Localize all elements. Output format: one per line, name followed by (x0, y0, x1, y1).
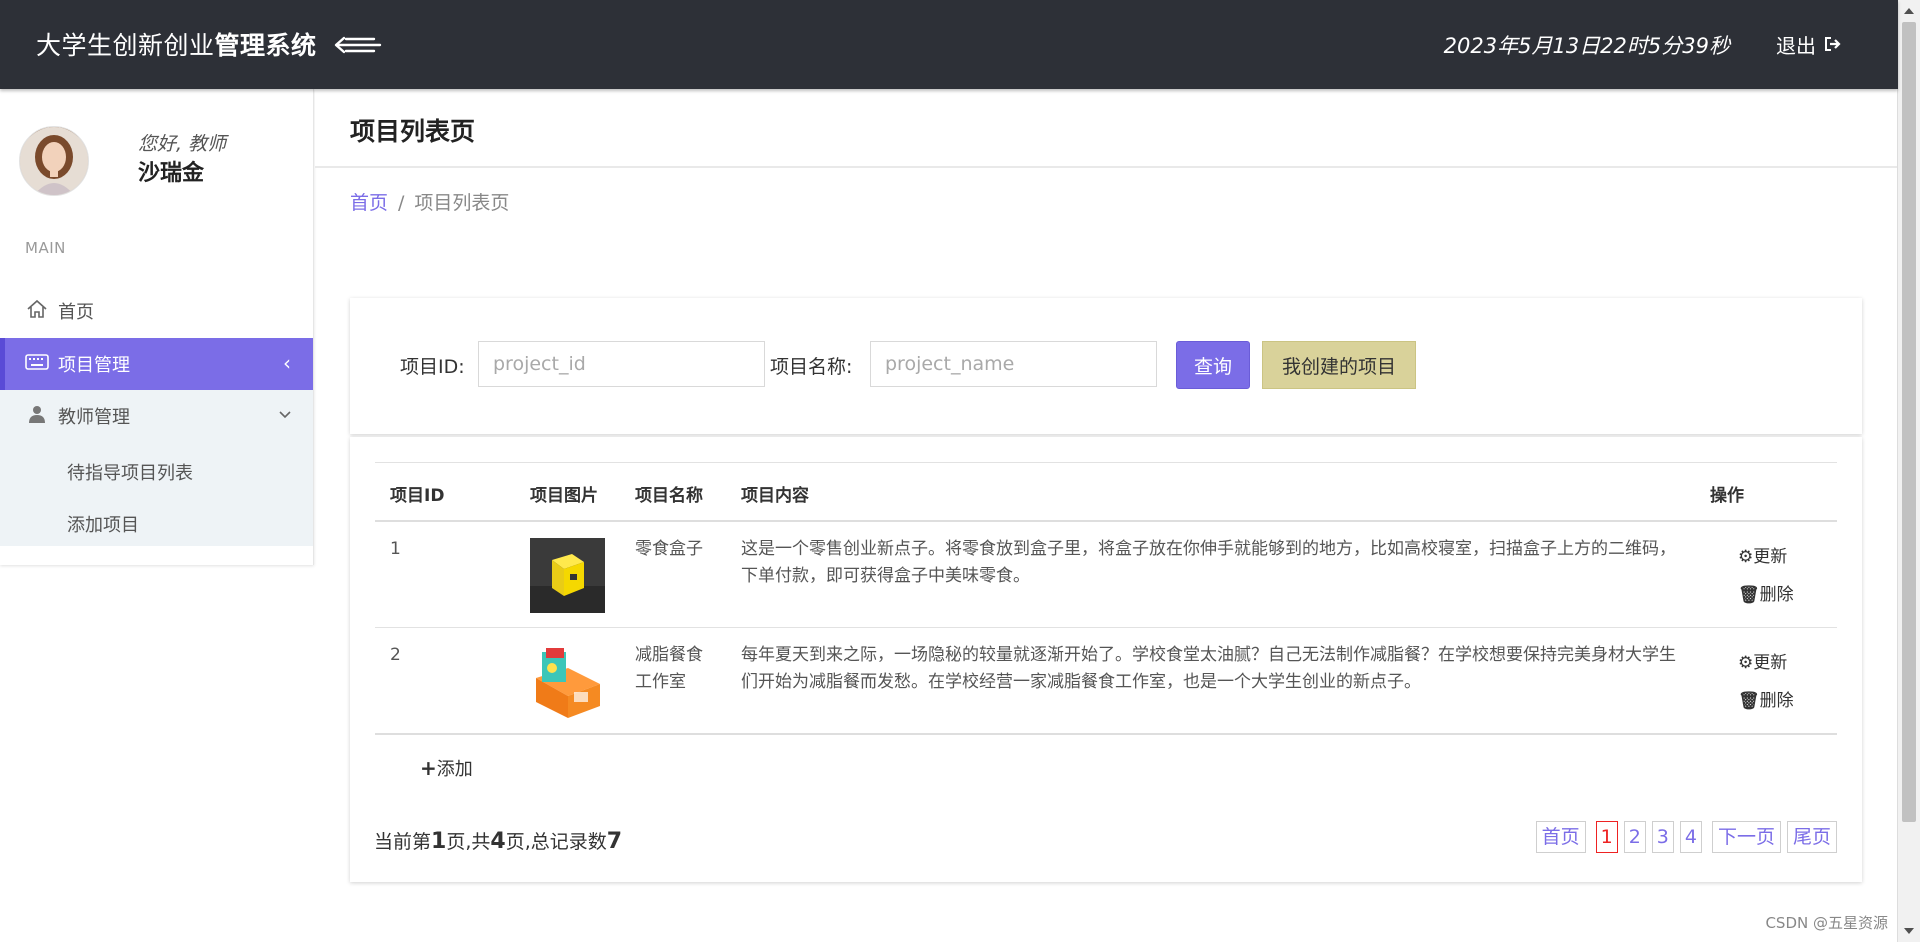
cell-id: 1 (390, 539, 401, 559)
cell-actions: ⚙更新 🗑删除 (1738, 544, 1794, 620)
breadcrumb-separator: / (398, 192, 405, 214)
project-table-panel: 项目ID 项目图片 项目名称 项目内容 操作 1 零食盒子 这是一个零售创业新点… (350, 437, 1862, 882)
keyboard-icon (24, 353, 50, 375)
sign-out-icon (1824, 33, 1842, 57)
column-header-image: 项目图片 (530, 486, 598, 506)
meal-box-image (530, 644, 605, 719)
table-row: 2 减脂餐食工作室 每年夏天到来之际，一场隐秘的较量就逐渐开始了。学校食堂太油腻… (375, 628, 1837, 735)
trash-icon: 🗑 (1738, 691, 1760, 711)
scroll-down-arrow-icon[interactable] (1904, 928, 1914, 934)
column-header-actions: 操作 (1710, 486, 1744, 506)
update-button[interactable]: ⚙更新 (1738, 544, 1794, 571)
summary-current-page: 1 (431, 829, 447, 854)
page-title-bar: 项目列表页 (315, 89, 1898, 168)
page-next-button[interactable]: 下一页 (1711, 821, 1781, 853)
project-name-input[interactable] (870, 341, 1157, 387)
cell-content: 每年夏天到来之际，一场隐秘的较量就逐渐开始了。学校食堂太油腻？自己无法制作减脂餐… (741, 645, 1676, 692)
summary-mid2: 页,总记录数 (505, 831, 607, 853)
column-header-name: 项目名称 (635, 486, 703, 506)
page-button-3[interactable]: 3 (1651, 821, 1674, 853)
summary-total-records: 7 (606, 829, 623, 854)
top-header: 大学生创新创业管理系统 2023年5月13日22时5分39秒 退出 (0, 0, 1898, 89)
brand-part2: 管理系统 (214, 31, 317, 60)
pagination: 首页 1 2 3 4 下一页 尾页 (1535, 821, 1837, 853)
delete-label: 删除 (1759, 691, 1794, 711)
update-label: 更新 (1753, 547, 1788, 567)
update-label: 更新 (1753, 653, 1788, 673)
summary-prefix: 当前第 (374, 831, 432, 853)
sidebar-item-label: 首页 (58, 302, 94, 323)
column-header-content: 项目内容 (741, 486, 809, 506)
delete-button[interactable]: 🗑删除 (1738, 582, 1794, 609)
cell-name: 减脂餐食工作室 (635, 645, 703, 692)
page-button-2[interactable]: 2 (1623, 821, 1646, 853)
chevron-left-icon: ‹ (283, 351, 291, 375)
snack-box-image (530, 538, 605, 613)
column-header-id: 项目ID (390, 486, 445, 506)
add-label: 添加 (436, 759, 473, 780)
add-project-button[interactable]: +添加 (420, 755, 473, 781)
project-name-label: 项目名称: (770, 356, 853, 378)
watermark: CSDN @五星资源 (1765, 914, 1888, 932)
breadcrumb: 首页 / 项目列表页 (350, 188, 509, 215)
page-title: 项目列表页 (350, 117, 476, 146)
my-projects-button[interactable]: 我创建的项目 (1262, 341, 1416, 389)
table-row: 1 零食盒子 这是一个零售创业新点子。将零食放到盒子里，将盒子放在你伸手就能够到… (375, 522, 1837, 628)
table-header: 项目ID 项目图片 项目名称 项目内容 操作 (375, 463, 1837, 522)
user-name: 沙瑞金 (138, 161, 205, 186)
datetime-display: 2023年5月13日22时5分39秒 (1443, 34, 1730, 58)
sidebar-section-label: MAIN (25, 239, 66, 257)
cell-id: 2 (390, 645, 401, 665)
sidebar-item-project-management[interactable]: 项目管理 ‹ (0, 338, 313, 390)
delete-button[interactable]: 🗑删除 (1738, 688, 1794, 715)
sidebar-item-label: 教师管理 (58, 407, 130, 428)
breadcrumb-home[interactable]: 首页 (350, 192, 388, 214)
delete-label: 删除 (1759, 585, 1794, 605)
scroll-up-arrow-icon[interactable] (1904, 8, 1914, 14)
cell-name: 零食盒子 (635, 539, 703, 559)
sidebar-subitem-add-project[interactable]: 添加项目 (67, 511, 139, 537)
project-table: 项目ID 项目图片 项目名称 项目内容 操作 1 零食盒子 这是一个零售创业新点… (375, 462, 1837, 735)
sidebar-item-teacher-management[interactable]: 教师管理 (0, 390, 313, 442)
home-icon (24, 299, 50, 324)
page-first-button[interactable]: 首页 (1535, 821, 1586, 853)
sidebar: 您好, 教师 沙瑞金 MAIN 首页 项目管理 ‹ 教师管理 待指导项目列表 添… (0, 89, 314, 565)
page-button-4[interactable]: 4 (1679, 821, 1702, 853)
page-last-button[interactable]: 尾页 (1786, 821, 1837, 853)
user-greeting: 您好, 教师 (138, 133, 227, 155)
plus-icon: + (420, 756, 437, 780)
gear-icon: ⚙ (1738, 547, 1754, 567)
cell-content: 这是一个零售创业新点子。将零食放到盒子里，将盒子放在你伸手就能够到的地方，比如高… (741, 539, 1676, 586)
sidebar-subitem-pending-projects[interactable]: 待指导项目列表 (67, 459, 193, 485)
update-button[interactable]: ⚙更新 (1738, 650, 1794, 677)
page-button-1[interactable]: 1 (1595, 821, 1618, 853)
summary-mid1: 页,共 (446, 831, 491, 853)
trash-icon: 🗑 (1738, 585, 1760, 605)
summary-total-pages: 4 (490, 829, 506, 854)
sidebar-item-home[interactable]: 首页 (0, 285, 313, 337)
pagination-summary: 当前第1页,共4页,总记录数7 (374, 827, 622, 854)
avatar (19, 126, 89, 196)
vertical-scrollbar[interactable] (1897, 0, 1920, 942)
cell-actions: ⚙更新 🗑删除 (1738, 650, 1794, 726)
breadcrumb-current: 项目列表页 (414, 192, 510, 214)
logout-button[interactable]: 退出 (1776, 30, 1842, 59)
scrollbar-thumb[interactable] (1902, 22, 1916, 822)
search-panel: 项目ID: 项目名称: 查询 我创建的项目 (350, 298, 1862, 434)
sidebar-item-label: 项目管理 (58, 355, 130, 376)
menu-toggle-icon[interactable] (334, 30, 384, 60)
app-brand: 大学生创新创业管理系统 (36, 26, 317, 62)
gear-icon: ⚙ (1738, 653, 1754, 673)
brand-part1: 大学生创新创业 (36, 31, 215, 60)
project-id-label: 项目ID: (400, 356, 465, 378)
chevron-down-icon (279, 404, 291, 423)
project-id-input[interactable] (478, 341, 765, 387)
query-button[interactable]: 查询 (1176, 341, 1250, 389)
logout-label: 退出 (1776, 34, 1816, 58)
sidebar-submenu: 待指导项目列表 添加项目 (0, 442, 313, 546)
user-icon (24, 405, 50, 428)
